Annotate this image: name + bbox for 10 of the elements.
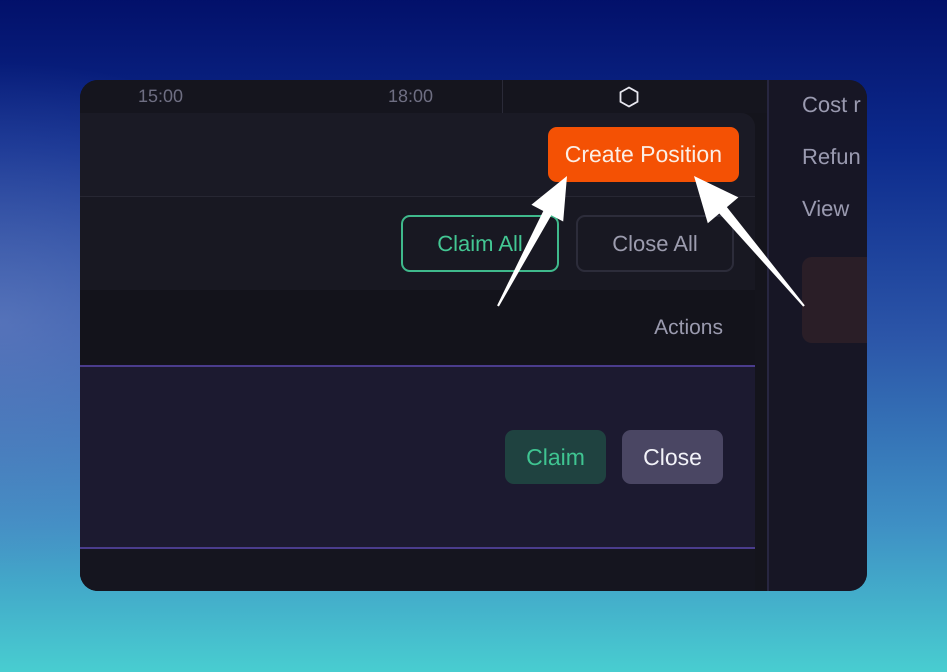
cut-off-button[interactable] bbox=[802, 257, 867, 343]
side-panel-link[interactable]: View bbox=[802, 196, 867, 222]
time-label: 15:00 bbox=[138, 86, 184, 107]
side-panel-link[interactable]: Cost r bbox=[802, 92, 867, 118]
close-button[interactable]: Close bbox=[622, 430, 723, 484]
column-header: Actions bbox=[654, 316, 723, 340]
time-label: 18:00 bbox=[388, 86, 434, 107]
claim-button[interactable]: Claim bbox=[505, 430, 606, 484]
hexagon-icon bbox=[618, 86, 640, 108]
side-panel-link[interactable]: Refun bbox=[802, 144, 867, 170]
